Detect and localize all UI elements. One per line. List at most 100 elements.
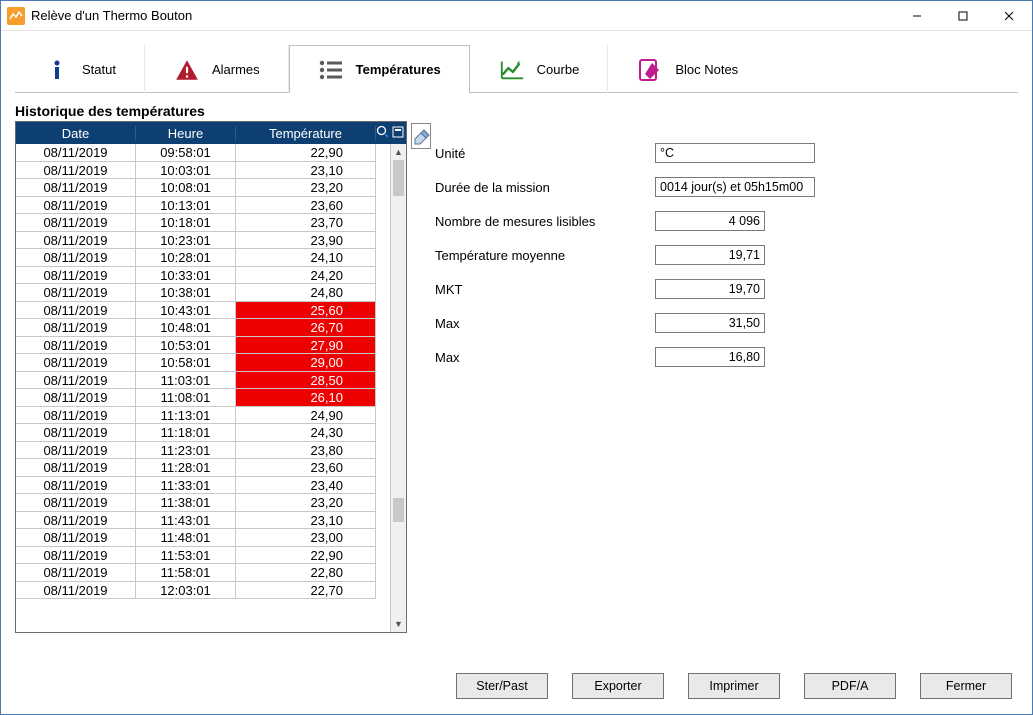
max-label: Max: [435, 316, 655, 331]
cell-temp: 24,90: [236, 407, 376, 425]
table-row[interactable]: 08/11/201910:33:0124,20: [16, 267, 390, 285]
cell-temp: 23,60: [236, 197, 376, 215]
cell-time: 11:03:01: [136, 372, 236, 390]
table-row[interactable]: 08/11/201910:28:0124,10: [16, 249, 390, 267]
cell-time: 11:43:01: [136, 512, 236, 530]
cell-date: 08/11/2019: [16, 162, 136, 180]
cell-time: 11:28:01: [136, 459, 236, 477]
table-row[interactable]: 08/11/201911:08:0126,10: [16, 389, 390, 407]
table-row[interactable]: 08/11/201912:03:0122,70: [16, 582, 390, 600]
table-row[interactable]: 08/11/201911:43:0123,10: [16, 512, 390, 530]
cell-temp: 24,80: [236, 284, 376, 302]
table-row[interactable]: 08/11/201910:18:0123,70: [16, 214, 390, 232]
minimize-button[interactable]: [894, 1, 940, 31]
eraser-button[interactable]: [411, 123, 431, 149]
table-row[interactable]: 08/11/201911:33:0123,40: [16, 477, 390, 495]
tab-statut[interactable]: Statut: [15, 45, 145, 93]
table-row[interactable]: 08/11/201910:43:0125,60: [16, 302, 390, 320]
print-button[interactable]: Imprimer: [688, 673, 780, 699]
unit-label: Unité: [435, 146, 655, 161]
cell-date: 08/11/2019: [16, 232, 136, 250]
maximize-button[interactable]: [940, 1, 986, 31]
table-row[interactable]: 08/11/201910:58:0129,00: [16, 354, 390, 372]
col-temperature[interactable]: Température: [236, 126, 376, 141]
cell-date: 08/11/2019: [16, 302, 136, 320]
table-row[interactable]: 08/11/201911:13:0124,90: [16, 407, 390, 425]
cell-date: 08/11/2019: [16, 337, 136, 355]
cell-date: 08/11/2019: [16, 459, 136, 477]
cell-date: 08/11/2019: [16, 249, 136, 267]
table-row[interactable]: 08/11/201909:58:0122,90: [16, 144, 390, 162]
export-icon[interactable]: [392, 126, 404, 141]
pdfa-button[interactable]: PDF/A: [804, 673, 896, 699]
table-row[interactable]: 08/11/201911:28:0123,60: [16, 459, 390, 477]
cell-temp: 22,90: [236, 144, 376, 162]
search-icon[interactable]: [376, 125, 390, 142]
avg-value: 19,71: [655, 245, 765, 265]
cell-time: 10:38:01: [136, 284, 236, 302]
table-row[interactable]: 08/11/201910:38:0124,80: [16, 284, 390, 302]
cell-time: 11:48:01: [136, 529, 236, 547]
count-label: Nombre de mesures lisibles: [435, 214, 655, 229]
vertical-scrollbar[interactable]: ▲ ▼: [390, 144, 406, 632]
cell-date: 08/11/2019: [16, 284, 136, 302]
cell-date: 08/11/2019: [16, 214, 136, 232]
table-row[interactable]: 08/11/201910:23:0123,90: [16, 232, 390, 250]
cell-temp: 28,50: [236, 372, 376, 390]
table-row[interactable]: 08/11/201911:58:0122,80: [16, 564, 390, 582]
table-row[interactable]: 08/11/201911:53:0122,90: [16, 547, 390, 565]
ster-past-button[interactable]: Ster/Past: [456, 673, 548, 699]
cell-time: 11:53:01: [136, 547, 236, 565]
table-row[interactable]: 08/11/201911:18:0124,30: [16, 424, 390, 442]
app-icon: [7, 7, 25, 25]
table-row[interactable]: 08/11/201910:53:0127,90: [16, 337, 390, 355]
export-button[interactable]: Exporter: [572, 673, 664, 699]
table-row[interactable]: 08/11/201911:23:0123,80: [16, 442, 390, 460]
cell-temp: 23,60: [236, 459, 376, 477]
table-row[interactable]: 08/11/201911:48:0123,00: [16, 529, 390, 547]
tab-temperatures[interactable]: Températures: [289, 45, 470, 93]
duration-value: 0014 jour(s) et 05h15m00: [655, 177, 815, 197]
cell-date: 08/11/2019: [16, 547, 136, 565]
cell-temp: 23,80: [236, 442, 376, 460]
scroll-up-icon[interactable]: ▲: [391, 144, 406, 160]
close-dialog-button[interactable]: Fermer: [920, 673, 1012, 699]
table-row[interactable]: 08/11/201910:08:0123,20: [16, 179, 390, 197]
cell-date: 08/11/2019: [16, 179, 136, 197]
content-area: Statut Alarmes Températures Courbe Bloc …: [1, 31, 1032, 658]
summary-panel: Unité °C Durée de la mission 0014 jour(s…: [435, 103, 1018, 658]
cell-temp: 22,70: [236, 582, 376, 600]
cell-temp: 24,30: [236, 424, 376, 442]
grid-header: Date Heure Température: [16, 122, 406, 144]
mkt-label: MKT: [435, 282, 655, 297]
cell-temp: 22,80: [236, 564, 376, 582]
table-row[interactable]: 08/11/201911:03:0128,50: [16, 372, 390, 390]
table-row[interactable]: 08/11/201911:38:0123,20: [16, 494, 390, 512]
min-label: Max: [435, 350, 655, 365]
cell-date: 08/11/2019: [16, 564, 136, 582]
col-date[interactable]: Date: [16, 126, 136, 141]
min-value: 16,80: [655, 347, 765, 367]
cell-time: 10:13:01: [136, 197, 236, 215]
table-row[interactable]: 08/11/201910:48:0126,70: [16, 319, 390, 337]
cell-date: 08/11/2019: [16, 319, 136, 337]
cell-date: 08/11/2019: [16, 582, 136, 600]
close-button[interactable]: [986, 1, 1032, 31]
tab-blocnotes[interactable]: Bloc Notes: [608, 45, 767, 93]
avg-label: Température moyenne: [435, 248, 655, 263]
tab-label: Températures: [356, 62, 441, 77]
cell-time: 10:23:01: [136, 232, 236, 250]
scroll-down-icon[interactable]: ▼: [391, 616, 406, 632]
cell-time: 10:53:01: [136, 337, 236, 355]
chart-icon: [499, 57, 525, 83]
tab-courbe[interactable]: Courbe: [470, 45, 609, 93]
table-row[interactable]: 08/11/201910:03:0123,10: [16, 162, 390, 180]
col-heure[interactable]: Heure: [136, 126, 236, 141]
cell-temp: 23,70: [236, 214, 376, 232]
cell-time: 11:23:01: [136, 442, 236, 460]
table-row[interactable]: 08/11/201910:13:0123,60: [16, 197, 390, 215]
tab-alarmes[interactable]: Alarmes: [145, 45, 289, 93]
cell-temp: 23,10: [236, 162, 376, 180]
tab-label: Statut: [82, 62, 116, 77]
cell-date: 08/11/2019: [16, 424, 136, 442]
